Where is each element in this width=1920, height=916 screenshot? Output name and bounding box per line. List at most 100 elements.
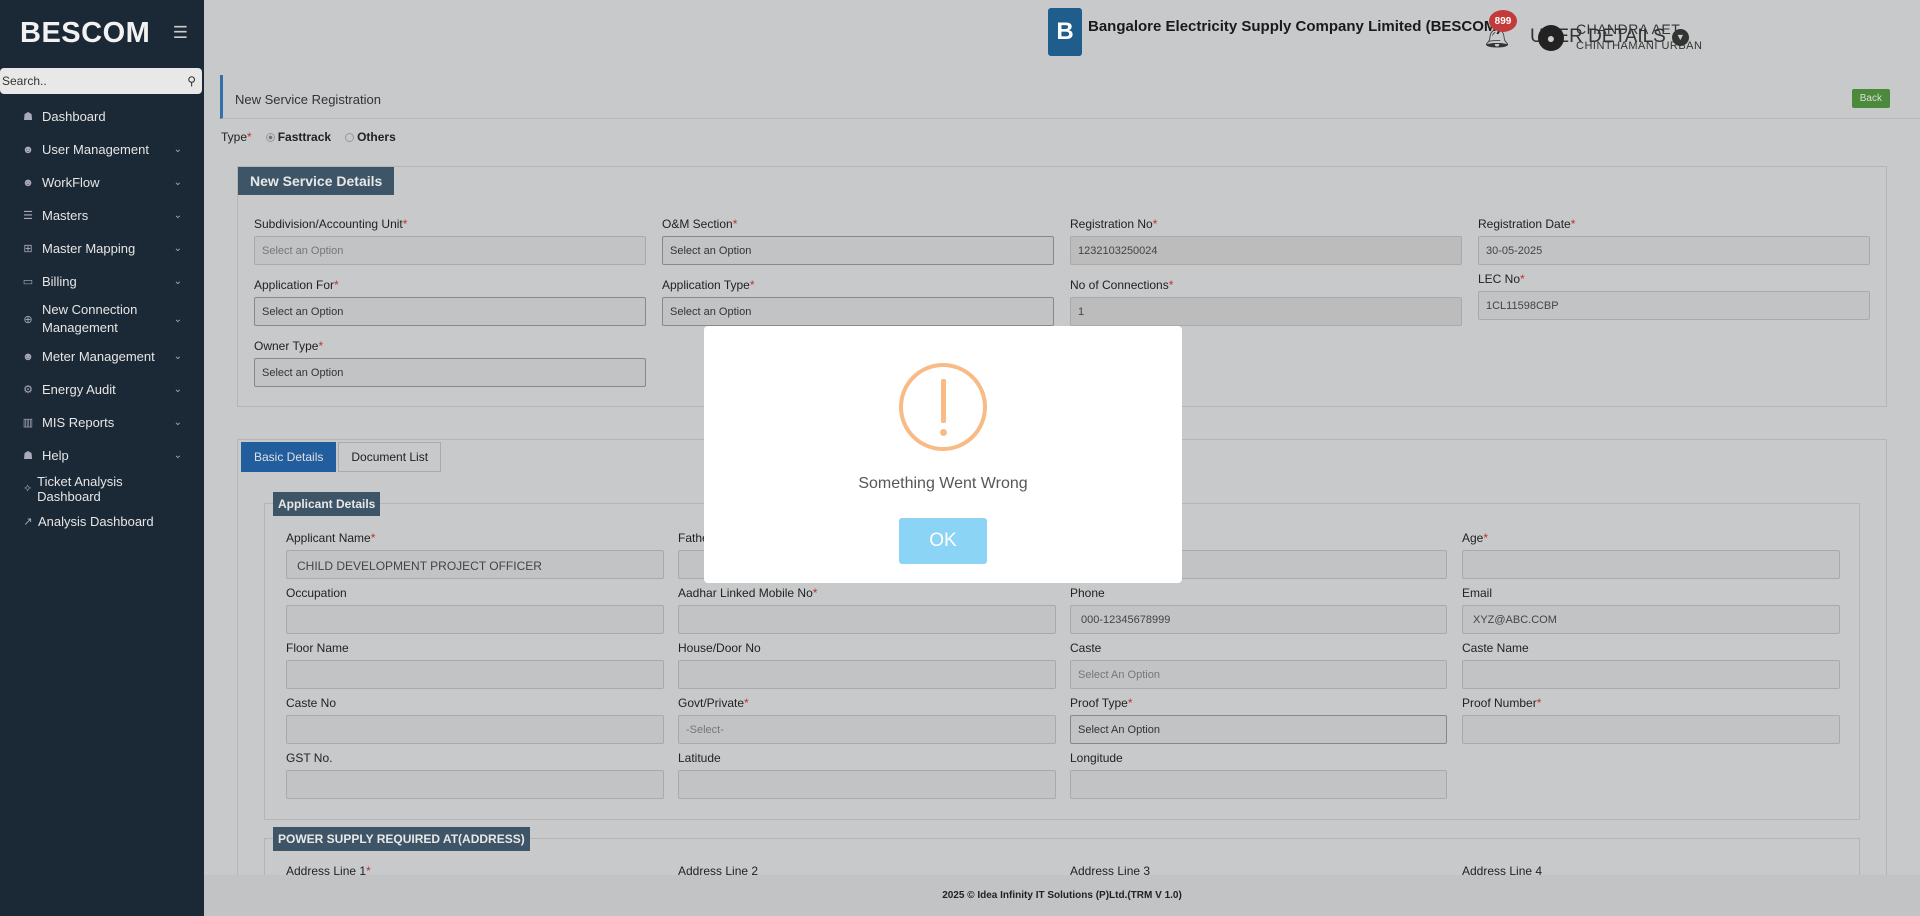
om-section-label: O&M Section* (662, 217, 738, 231)
phone-field[interactable]: 000-12345678999 (1070, 605, 1447, 634)
applicant-name-label: Applicant Name* (286, 531, 376, 545)
lec-no-field[interactable]: 1CL11598CBP (1478, 291, 1870, 320)
proof-type-select[interactable]: Select An Option (1070, 715, 1447, 744)
radio-others[interactable] (345, 132, 355, 142)
bar-chart-icon: ▥ (22, 417, 34, 429)
sidebar-item-user-management[interactable]: ☻ User Management ⌄ (0, 133, 204, 166)
hamburger-menu-icon[interactable]: ☰ (173, 23, 188, 43)
sidebar-item-content: ☻ Meter Management (20, 349, 155, 364)
occupation-label: Occupation (286, 586, 347, 600)
floor-name-label: Floor Name (286, 641, 349, 655)
registration-no-label: Registration No* (1070, 217, 1158, 231)
dialog-message: Something Went Wrong (858, 475, 1028, 492)
address-section-heading: POWER SUPPLY REQUIRED AT(ADDRESS) (273, 827, 530, 851)
sidebar-item-label: Energy Audit (42, 382, 116, 397)
section-heading: New Service Details (238, 167, 395, 195)
sitemap-icon: ⊞ (23, 243, 33, 255)
company-header: B Bangalore Electricity Supply Company L… (1048, 8, 1501, 56)
sidebar-search[interactable]: Search.. ⚲ (0, 68, 202, 94)
om-section-select[interactable]: Select an Option (662, 236, 1054, 265)
house-no-label: House/Door No (678, 641, 761, 655)
sidebar-item-billing[interactable]: ▭ Billing ⌄ (0, 265, 204, 298)
notification-count-badge[interactable]: 899 (1489, 10, 1517, 32)
back-button[interactable]: Back (1851, 89, 1890, 108)
sidebar-item-label: Masters (42, 208, 89, 223)
caste-label: Caste (1070, 641, 1102, 655)
caste-select[interactable]: Select An Option (1070, 660, 1447, 689)
applicant-name-field[interactable]: CHILD DEVELOPMENT PROJECT OFFICER (286, 550, 664, 579)
help-icon: ☗ (23, 450, 33, 462)
sidebar-item-master-mapping[interactable]: ⊞ Master Mapping ⌄ (0, 232, 204, 265)
sidebar-item-content: ☰ Masters (20, 208, 88, 223)
type-label: Type* (221, 130, 252, 144)
gst-no-label: GST No. (286, 751, 333, 765)
chevron-down-icon: ⌄ (173, 450, 182, 461)
user-avatar-icon[interactable]: ● (1538, 25, 1564, 51)
email-field[interactable]: XYZ@ABC.COM (1462, 605, 1840, 634)
cogs-icon: ⚙ (23, 384, 33, 396)
sidebar-item-analysis-dashboard[interactable]: ↗ Analysis Dashboard (0, 505, 204, 538)
user-icon: ☻ (22, 350, 34, 363)
sidebar-item-content: ☻ WorkFlow (20, 175, 99, 190)
sidebar-item-content: ☗ Dashboard (20, 109, 106, 124)
chevron-down-icon: ⌄ (173, 243, 182, 254)
sidebar-item-energy-audit[interactable]: ⚙ Energy Audit ⌄ (0, 373, 204, 406)
sidebar-item-workflow[interactable]: ☻ WorkFlow ⌄ (0, 166, 204, 199)
application-for-select[interactable]: Select an Option (254, 297, 646, 326)
caste-name-field[interactable] (1462, 660, 1840, 689)
longitude-field[interactable] (1070, 770, 1447, 799)
sidebar-item-new-connection-management[interactable]: ⊕ New Connection Management ⌄ (0, 298, 204, 340)
caste-no-field[interactable] (286, 715, 664, 744)
chevron-down-icon: ⌄ (173, 384, 182, 395)
owner-type-select[interactable]: Select an Option (254, 358, 646, 387)
floor-name-field[interactable] (286, 660, 664, 689)
sidebar-item-content: ↗ Analysis Dashboard (20, 514, 153, 529)
occupation-field[interactable] (286, 605, 664, 634)
phone-label: Phone (1070, 586, 1105, 600)
proof-number-field[interactable] (1462, 715, 1840, 744)
lec-no-label: LEC No* (1478, 272, 1525, 286)
search-icon[interactable]: ⚲ (187, 74, 196, 88)
company-name: Bangalore Electricity Supply Company Lim… (1088, 18, 1502, 35)
latitude-field[interactable] (678, 770, 1056, 799)
radio-fasttrack[interactable] (265, 132, 275, 142)
sidebar-item-label: User Management (42, 142, 149, 157)
caste-no-label: Caste No (286, 696, 337, 710)
sidebar-item-content: ⊞ Master Mapping (20, 241, 135, 256)
email-label: Email (1462, 586, 1493, 600)
error-dialog: Something Went Wrong OK (704, 326, 1182, 583)
age-field[interactable] (1462, 550, 1840, 579)
aadhar-mobile-field[interactable] (678, 605, 1056, 634)
ok-button[interactable]: OK (899, 518, 987, 564)
house-no-field[interactable] (678, 660, 1056, 689)
footer: 2025 © Idea Infinity IT Solutions (P)Ltd… (204, 875, 1920, 916)
sidebar-item-ticket-analysis-dashboard[interactable]: ✧ Ticket Analysis Dashboard (0, 472, 204, 505)
applicant-section-heading: Applicant Details (273, 492, 381, 516)
sidebar: BESCOM ☰ Search.. ⚲ ☗ Dashboard ☻ User Mana… (0, 0, 204, 916)
sidebar-item-masters[interactable]: ☰ Masters ⌄ (0, 199, 204, 232)
gst-no-field[interactable] (286, 770, 664, 799)
sidebar-item-meter-management[interactable]: ☻ Meter Management ⌄ (0, 340, 204, 373)
proof-type-label: Proof Type* (1070, 696, 1133, 710)
sidebar-nav: ☗ Dashboard ☻ User Management ⌄ ☻ WorkFlow ⌄ ☰ Ma… (0, 100, 204, 538)
age-label: Age* (1462, 531, 1489, 545)
govt-private-select[interactable]: -Select- (678, 715, 1056, 744)
radio-label-fasttrack: Fasttrack (277, 130, 332, 144)
application-type-select[interactable]: Select an Option (662, 297, 1054, 326)
type-selector: Type* Fasttrack Others (221, 130, 396, 144)
sidebar-search-input[interactable]: Search.. (2, 74, 47, 88)
subdivision-select[interactable]: Select an Option (254, 236, 646, 265)
address-line-2-label: Address Line 2 (678, 864, 759, 875)
sidebar-item-help[interactable]: ☗ Help ⌄ (0, 439, 204, 472)
sidebar-item-dashboard[interactable]: ☗ Dashboard (0, 100, 204, 133)
list-icon: ☰ (23, 210, 33, 222)
chevron-down-icon: ⌄ (173, 144, 182, 155)
sidebar-item-mis-reports[interactable]: ▥ MIS Reports ⌄ (0, 406, 204, 439)
page-header: New Service Registration Back (220, 75, 1920, 119)
sidebar-item-label: Meter Management (42, 349, 155, 364)
brand-bar: BESCOM ☰ (0, 0, 204, 66)
sidebar-item-content: ▥ MIS Reports (20, 415, 114, 430)
chevron-down-icon: ⌄ (173, 210, 182, 221)
address-line-4-label: Address Line 4 (1462, 864, 1543, 875)
sidebar-item-content: ☗ Help (20, 448, 69, 463)
